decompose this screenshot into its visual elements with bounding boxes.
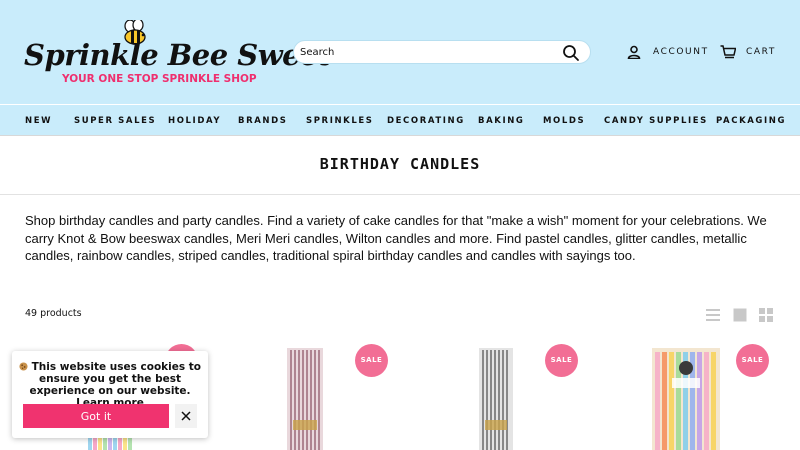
cart-label: CART [746, 47, 776, 57]
page-title: BIRTHDAY CANDLES [319, 155, 481, 173]
sale-badge: SALE [545, 344, 578, 377]
cookie-message: This website uses cookies to ensure you … [18, 361, 202, 409]
nav-item-new[interactable]: NEW [25, 116, 52, 126]
close-cookie-button[interactable] [175, 404, 197, 428]
search-input[interactable] [300, 44, 550, 61]
search-icon[interactable] [562, 44, 580, 62]
nav-item-holiday[interactable]: HOLIDAY [168, 116, 221, 126]
search-bar [293, 40, 591, 64]
cookie-icon [19, 362, 28, 371]
nav-item-candy-supplies[interactable]: CANDY SUPPLIES [604, 116, 708, 126]
site-logo[interactable]: Sprinkle Bee Sweet™ YOUR ONE STOP SPRINK… [24, 20, 339, 90]
small-grid-icon[interactable] [759, 308, 773, 322]
collection-description: Shop birthday candles and party candles.… [25, 213, 767, 263]
cookie-message-text: This website uses cookies to ensure you … [29, 361, 202, 397]
nav-item-brands[interactable]: BRANDS [238, 116, 288, 126]
close-icon [181, 411, 191, 421]
sale-badge: SALE [736, 344, 769, 377]
product-image-2[interactable] [287, 348, 323, 450]
product-count: 49 products [25, 308, 82, 319]
nav-item-sprinkles[interactable]: SPRINKLES [306, 116, 374, 126]
account-label: ACCOUNT [653, 47, 709, 57]
sale-badge: SALE [355, 344, 388, 377]
large-grid-icon[interactable] [733, 308, 747, 322]
product-image-3[interactable] [479, 348, 513, 450]
cart-link[interactable]: CART [720, 43, 776, 61]
accept-cookies-button[interactable]: Got it [23, 404, 169, 428]
list-view-icon[interactable] [706, 308, 720, 322]
nav-item-baking[interactable]: BAKING [478, 116, 525, 126]
cart-icon [720, 45, 736, 59]
nav-item-super-sales[interactable]: SUPER SALES [74, 116, 156, 126]
divider [0, 194, 800, 195]
nav-item-packaging[interactable]: PACKAGING [716, 116, 786, 126]
account-icon [627, 45, 641, 59]
site-header: Sprinkle Bee Sweet™ YOUR ONE STOP SPRINK… [0, 0, 800, 104]
main-nav: NEW SUPER SALES HOLIDAY BRANDS SPRINKLES… [0, 104, 800, 136]
account-link[interactable]: ACCOUNT [627, 43, 709, 61]
cookie-banner: This website uses cookies to ensure you … [12, 351, 208, 438]
logo-tagline: YOUR ONE STOP SPRINKLE SHOP [62, 73, 257, 85]
nav-item-molds[interactable]: MOLDS [543, 116, 585, 126]
product-image-4[interactable] [652, 348, 720, 450]
logo-wordmark: Sprinkle Bee Sweet™ [24, 38, 339, 72]
nav-item-decorating[interactable]: DECORATING [387, 116, 465, 126]
